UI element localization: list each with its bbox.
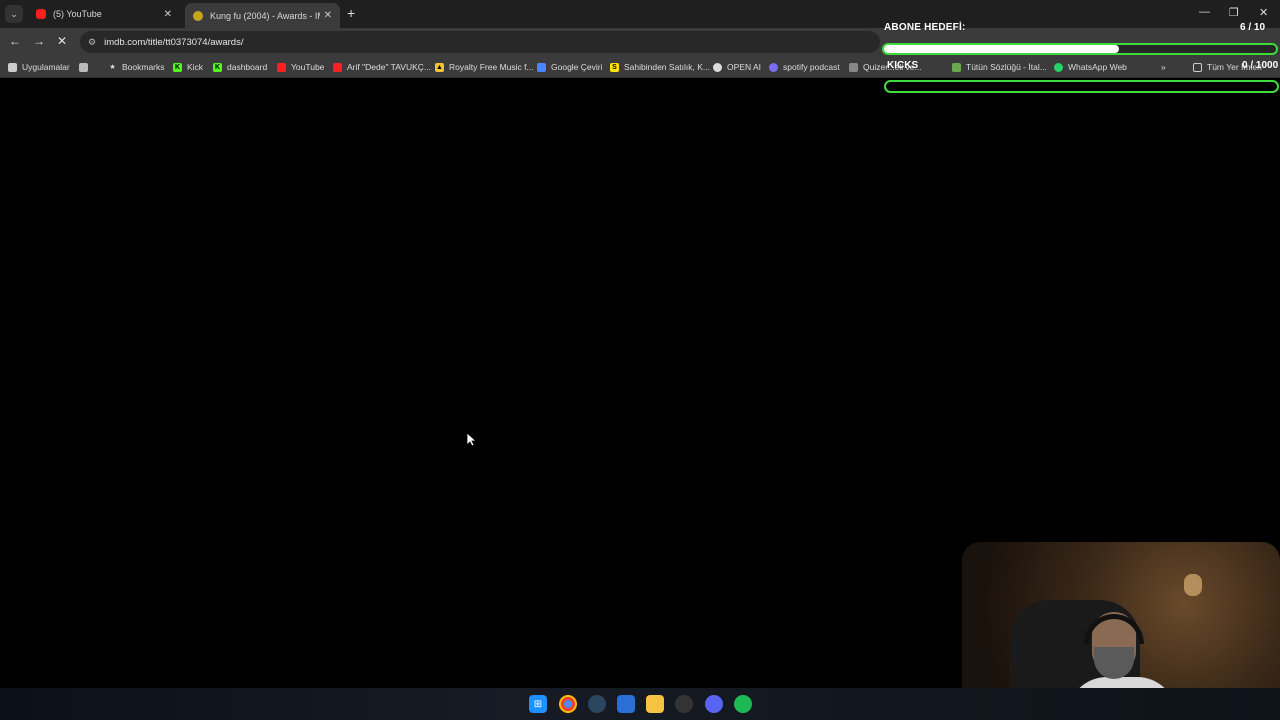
chrome-icon[interactable] bbox=[559, 695, 577, 713]
new-tab-button[interactable]: + bbox=[347, 5, 355, 21]
file-explorer-icon[interactable] bbox=[646, 695, 664, 713]
openai-icon bbox=[713, 62, 722, 72]
address-bar[interactable]: ⚙ imdb.com/title/tt0373074/awards/ bbox=[80, 31, 880, 53]
taskbar: ⊞ bbox=[0, 688, 1280, 720]
chevron-down-icon: ⌄ bbox=[10, 8, 18, 19]
stop-loading-icon[interactable]: ✕ bbox=[57, 34, 67, 48]
kick-icon: K bbox=[213, 62, 222, 72]
tab-strip: ⌄ (5) YouTube ✕ Kung fu (2004) - Awards … bbox=[0, 0, 1280, 28]
whatsapp-icon bbox=[1054, 62, 1063, 72]
bookmark-item[interactable]: Arif "Dede" TAVUKÇ... bbox=[333, 60, 431, 74]
bookmark-item[interactable]: S Sahibinden Satılık, K... bbox=[610, 60, 710, 74]
tab-groups-icon[interactable] bbox=[79, 60, 93, 74]
restore-icon[interactable]: ❐ bbox=[1229, 6, 1239, 19]
subscriber-goal-title: ABONE HEDEFİ: bbox=[884, 22, 966, 33]
tab-imdb[interactable]: Kung fu (2004) - Awards - IMDb ✕ bbox=[185, 3, 340, 28]
discord-icon[interactable] bbox=[705, 695, 723, 713]
sahibinden-icon: S bbox=[610, 62, 619, 72]
bookmark-item[interactable]: Uygulamalar bbox=[8, 60, 70, 74]
bookmark-item[interactable]: K Kick bbox=[173, 60, 203, 74]
windows-start-icon[interactable]: ⊞ bbox=[529, 695, 547, 713]
minimize-icon[interactable]: — bbox=[1199, 6, 1210, 18]
steam-icon[interactable] bbox=[588, 695, 606, 713]
bookmark-item[interactable]: YouTube bbox=[277, 60, 324, 74]
apps-grid-icon bbox=[8, 62, 17, 72]
bookmark-item[interactable]: OPEN AI bbox=[713, 60, 761, 74]
tab-search-button[interactable]: ⌄ bbox=[5, 5, 23, 23]
forward-icon[interactable]: → bbox=[33, 34, 45, 48]
subscriber-goal-fill bbox=[884, 45, 1120, 53]
kicks-goal-bar bbox=[884, 80, 1279, 93]
subscriber-goal-count: 6 / 10 bbox=[1240, 22, 1266, 33]
kicks-goal-title: KICKS bbox=[887, 60, 919, 71]
warning-icon: ▲ bbox=[435, 62, 444, 72]
window-close-icon[interactable]: ✕ bbox=[1259, 6, 1268, 19]
translate-icon bbox=[537, 62, 546, 72]
tab-youtube[interactable]: (5) YouTube ✕ bbox=[28, 3, 180, 25]
back-icon[interactable]: ← bbox=[9, 34, 21, 48]
bookmark-item[interactable]: spotify podcast bbox=[769, 60, 840, 74]
site-info-icon[interactable]: ⚙ bbox=[88, 37, 96, 48]
mouse-cursor-icon bbox=[467, 433, 477, 447]
tab-title: Kung fu (2004) - Awards - IMDb bbox=[210, 10, 320, 21]
bookmark-item[interactable]: WhatsApp Web bbox=[1054, 60, 1127, 74]
bookmark-item[interactable]: ★ Bookmarks bbox=[108, 60, 164, 74]
spotify-icon[interactable] bbox=[734, 695, 752, 713]
bookmark-item[interactable]: Kdashboard bbox=[213, 60, 267, 74]
tab-title: (5) YouTube bbox=[53, 9, 102, 19]
kick-icon: K bbox=[173, 62, 182, 72]
bookmark-item[interactable]: Google Çeviri bbox=[537, 60, 603, 74]
more-bookmarks-icon[interactable]: » bbox=[1161, 60, 1166, 74]
youtube-icon bbox=[36, 9, 46, 19]
subscriber-goal-bar bbox=[882, 43, 1278, 55]
bookmark-item[interactable]: Tütün Sözlüğü - İtal... bbox=[952, 60, 1047, 74]
podcast-icon bbox=[769, 62, 778, 72]
youtube-icon bbox=[333, 62, 342, 72]
bookmark-item[interactable]: ▲ Royalty Free Music f... bbox=[435, 60, 534, 74]
close-icon[interactable]: ✕ bbox=[164, 9, 172, 20]
close-icon[interactable]: ✕ bbox=[324, 10, 332, 21]
imdb-icon bbox=[193, 10, 203, 21]
url-text: imdb.com/title/tt0373074/awards/ bbox=[104, 36, 244, 48]
youtube-icon bbox=[277, 62, 286, 72]
star-icon: ★ bbox=[109, 64, 116, 71]
leaf-icon bbox=[952, 62, 961, 72]
kicks-goal-count: 0 / 1000 bbox=[1242, 60, 1279, 71]
app-icon[interactable] bbox=[675, 695, 693, 713]
folder-icon bbox=[1193, 62, 1202, 72]
quiz-icon bbox=[849, 62, 858, 72]
screen: ⌄ (5) YouTube ✕ Kung fu (2004) - Awards … bbox=[0, 0, 1280, 720]
store-icon[interactable] bbox=[617, 695, 635, 713]
bookmarks-bar: Uygulamalar ★ Bookmarks K Kick Kdashboard … bbox=[0, 56, 1280, 78]
